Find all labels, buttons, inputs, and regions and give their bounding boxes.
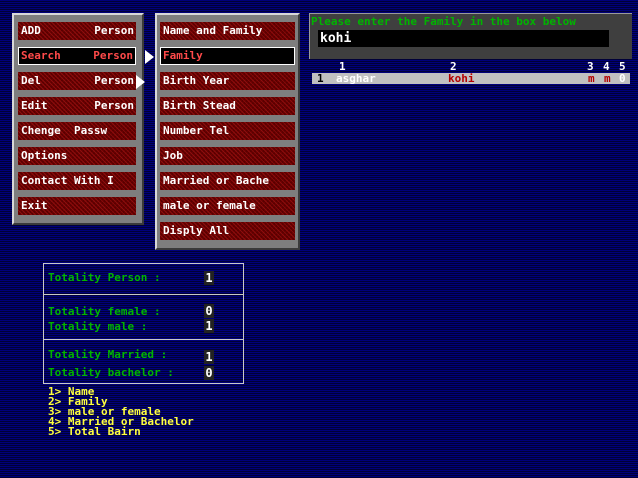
main-menu-item-label: Del <box>21 74 41 87</box>
search-menu-item[interactable]: Birth Stead <box>160 97 295 115</box>
main-menu-item[interactable]: Options <box>18 147 136 165</box>
main-menu-item[interactable]: Chenge Passw <box>18 122 136 140</box>
result-row[interactable]: 1 asghar kohi m m 0 <box>312 73 630 84</box>
main-menu-item-label: Person <box>94 74 134 87</box>
main-menu-item-label: Exit <box>21 199 48 212</box>
row-gender: m <box>588 72 595 85</box>
search-panel: Please enter the Family in the box below… <box>309 13 632 59</box>
main-menu-item-label: Person <box>93 49 133 62</box>
totality-person-label: Totality Person : <box>48 271 161 284</box>
search-input[interactable]: kohi <box>318 30 609 47</box>
search-prompt: Please enter the Family in the box below <box>311 15 576 28</box>
search-menu-item[interactable]: Number Tel <box>160 122 295 140</box>
totality-person-value: 1 <box>204 271 214 285</box>
main-menu-item-label: Search <box>21 49 61 62</box>
search-menu-item[interactable]: male or female <box>160 197 295 215</box>
statistics-box: Totality Person : 1 Totality female : 0 … <box>43 263 244 384</box>
main-menu-item-label: Contact With I <box>21 174 114 187</box>
row-family: kohi <box>448 72 475 85</box>
divider <box>44 294 243 295</box>
totality-bachelor-label: Totality bachelor : <box>48 366 174 379</box>
search-menu-item[interactable]: Family <box>160 47 295 65</box>
submenu-pointer-icon <box>136 75 145 89</box>
divider <box>44 339 243 340</box>
submenu-pointer-icon <box>145 50 154 64</box>
main-menu-item[interactable]: ADD Person <box>18 22 136 40</box>
totality-male-label: Totality male : <box>48 320 148 333</box>
main-menu-panel <box>12 13 144 225</box>
search-menu-item[interactable]: Disply All <box>160 222 295 240</box>
main-menu-item[interactable]: Edit Person <box>18 97 136 115</box>
main-menu-item[interactable]: Contact With I <box>18 172 136 190</box>
row-number: 1 <box>317 72 324 85</box>
main-menu-item-label: Chenge Passw <box>21 124 108 137</box>
search-menu-item[interactable]: Name and Family <box>160 22 295 40</box>
totality-married-value: 1 <box>204 350 214 364</box>
main-menu-item-label: Person <box>94 99 134 112</box>
totality-female-value: 0 <box>204 304 214 318</box>
search-menu-item[interactable]: Married or Bache <box>160 172 295 190</box>
search-menu-item[interactable]: Birth Year <box>160 72 295 90</box>
totality-female-label: Totality female : <box>48 305 161 318</box>
totality-male-value: 1 <box>204 319 214 333</box>
main-menu-item[interactable]: Exit <box>18 197 136 215</box>
main-menu-item-label: Options <box>21 149 68 162</box>
row-bairn: 0 <box>619 72 626 85</box>
main-menu-item-label: Edit <box>21 99 48 112</box>
legend-item: 5> Total Bairn <box>48 425 141 438</box>
search-menu-item[interactable]: Job <box>160 147 295 165</box>
main-menu-item[interactable]: Del Person <box>18 72 136 90</box>
row-married: m <box>604 72 611 85</box>
row-name: asghar <box>336 72 376 85</box>
main-menu-item[interactable]: Search Person <box>18 47 136 65</box>
main-menu-item-label: ADD <box>21 24 41 37</box>
totality-married-label: Totality Married : <box>48 348 168 361</box>
main-menu-item-label: Person <box>94 24 134 37</box>
totality-bachelor-value: 0 <box>204 366 214 380</box>
